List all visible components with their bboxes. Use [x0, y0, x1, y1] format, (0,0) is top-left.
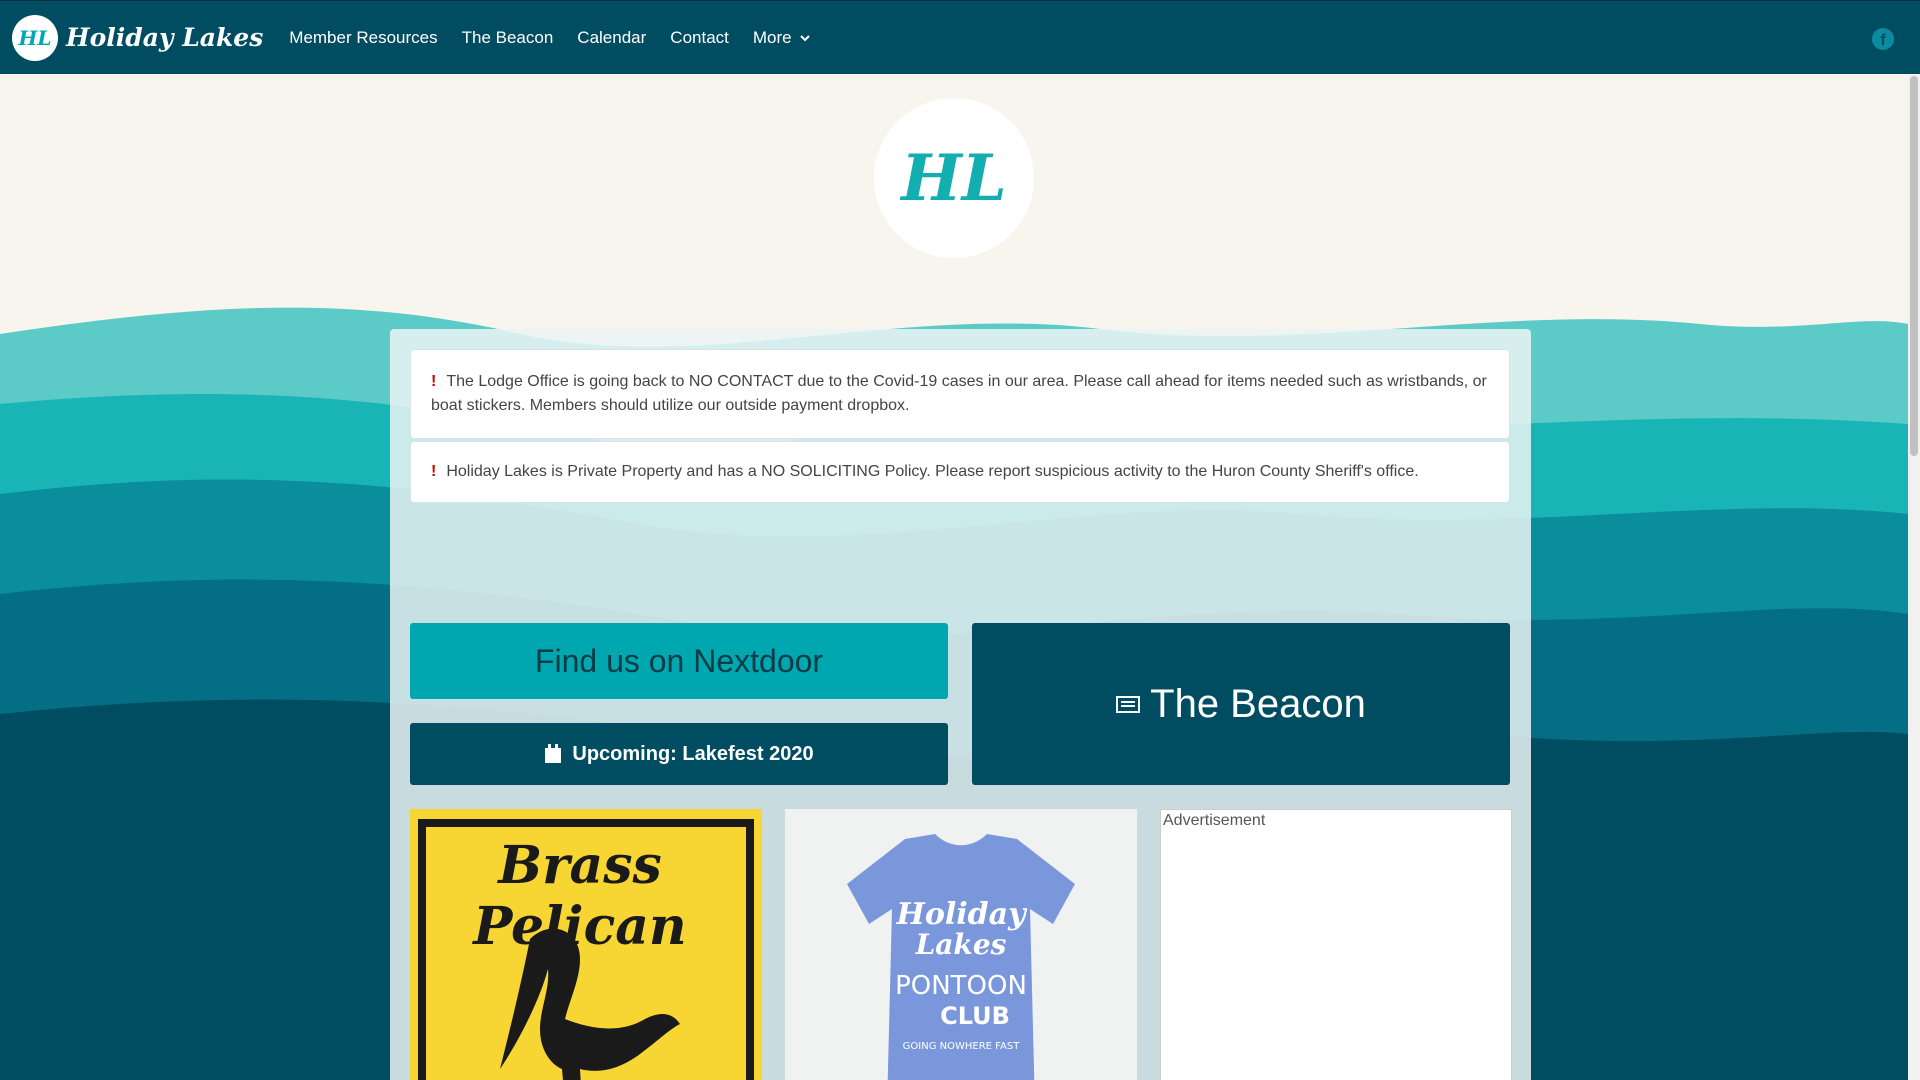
- beacon-label: The Beacon: [1150, 681, 1366, 726]
- alert-icon: !: [431, 373, 437, 390]
- alert-text: Holiday Lakes is Private Property and ha…: [446, 463, 1419, 480]
- nav-more[interactable]: More: [753, 28, 810, 48]
- calendar-icon: [545, 744, 562, 763]
- top-navbar: HL Holiday Lakes Member Resources The Be…: [0, 0, 1920, 74]
- shirt-line-3: PONTOON: [895, 971, 1027, 1001]
- upcoming-event-button[interactable]: Upcoming: Lakefest 2020: [410, 723, 948, 785]
- alert-soliciting: ! Holiday Lakes is Private Property and h…: [410, 441, 1510, 503]
- pelican-icon: [500, 928, 680, 1080]
- hero-logo: HL: [874, 98, 1034, 258]
- alert-icon: !: [431, 463, 437, 480]
- nav-contact[interactable]: Contact: [670, 28, 729, 48]
- shirt-line-2: Lakes: [915, 928, 1007, 961]
- newspaper-icon: [1116, 696, 1141, 713]
- alert-covid: ! The Lodge Office is going back to NO CO…: [410, 349, 1510, 439]
- beacon-button[interactable]: The Beacon: [972, 623, 1510, 785]
- shirt-line-1: Holiday: [896, 897, 1029, 932]
- shirt-line-5: GOING NOWHERE FAST: [903, 1041, 1021, 1052]
- nav-member-resources[interactable]: Member Resources: [289, 28, 437, 48]
- brand-name[interactable]: Holiday Lakes: [66, 23, 263, 52]
- advertisement-slot[interactable]: Advertisement: [1160, 809, 1512, 1080]
- pontoon-shirt-card[interactable]: Holiday Lakes PONTOON CLUB GOING NOWHERE…: [785, 809, 1137, 1080]
- brand[interactable]: HL Holiday Lakes: [12, 14, 277, 61]
- shirt-line-4: CLUB: [940, 1002, 1010, 1030]
- hero-section: HL ! The Lodge Office is going back to NO…: [0, 74, 1908, 1080]
- nav-calendar[interactable]: Calendar: [577, 28, 646, 48]
- scrollbar-thumb[interactable]: [1910, 76, 1918, 456]
- nav-more-label: More: [752, 27, 792, 47]
- tshirt-image: Holiday Lakes PONTOON CLUB GOING NOWHERE…: [847, 834, 1075, 1080]
- content-panel: ! The Lodge Office is going back to NO CO…: [390, 329, 1531, 1080]
- nav-the-beacon[interactable]: The Beacon: [462, 28, 554, 48]
- brand-logo[interactable]: HL: [12, 14, 58, 61]
- ad-label: Advertisement: [1163, 812, 1266, 829]
- facebook-icon[interactable]: f: [1872, 28, 1894, 50]
- brass-pelican-card[interactable]: Brass Pelican: [410, 809, 762, 1080]
- nextdoor-button[interactable]: Find us on Nextdoor: [410, 623, 948, 699]
- alert-text: The Lodge Office is going back to NO CON…: [431, 373, 1487, 414]
- upcoming-label: Upcoming: Lakefest 2020: [572, 742, 814, 765]
- chevron-down-icon: [799, 34, 810, 41]
